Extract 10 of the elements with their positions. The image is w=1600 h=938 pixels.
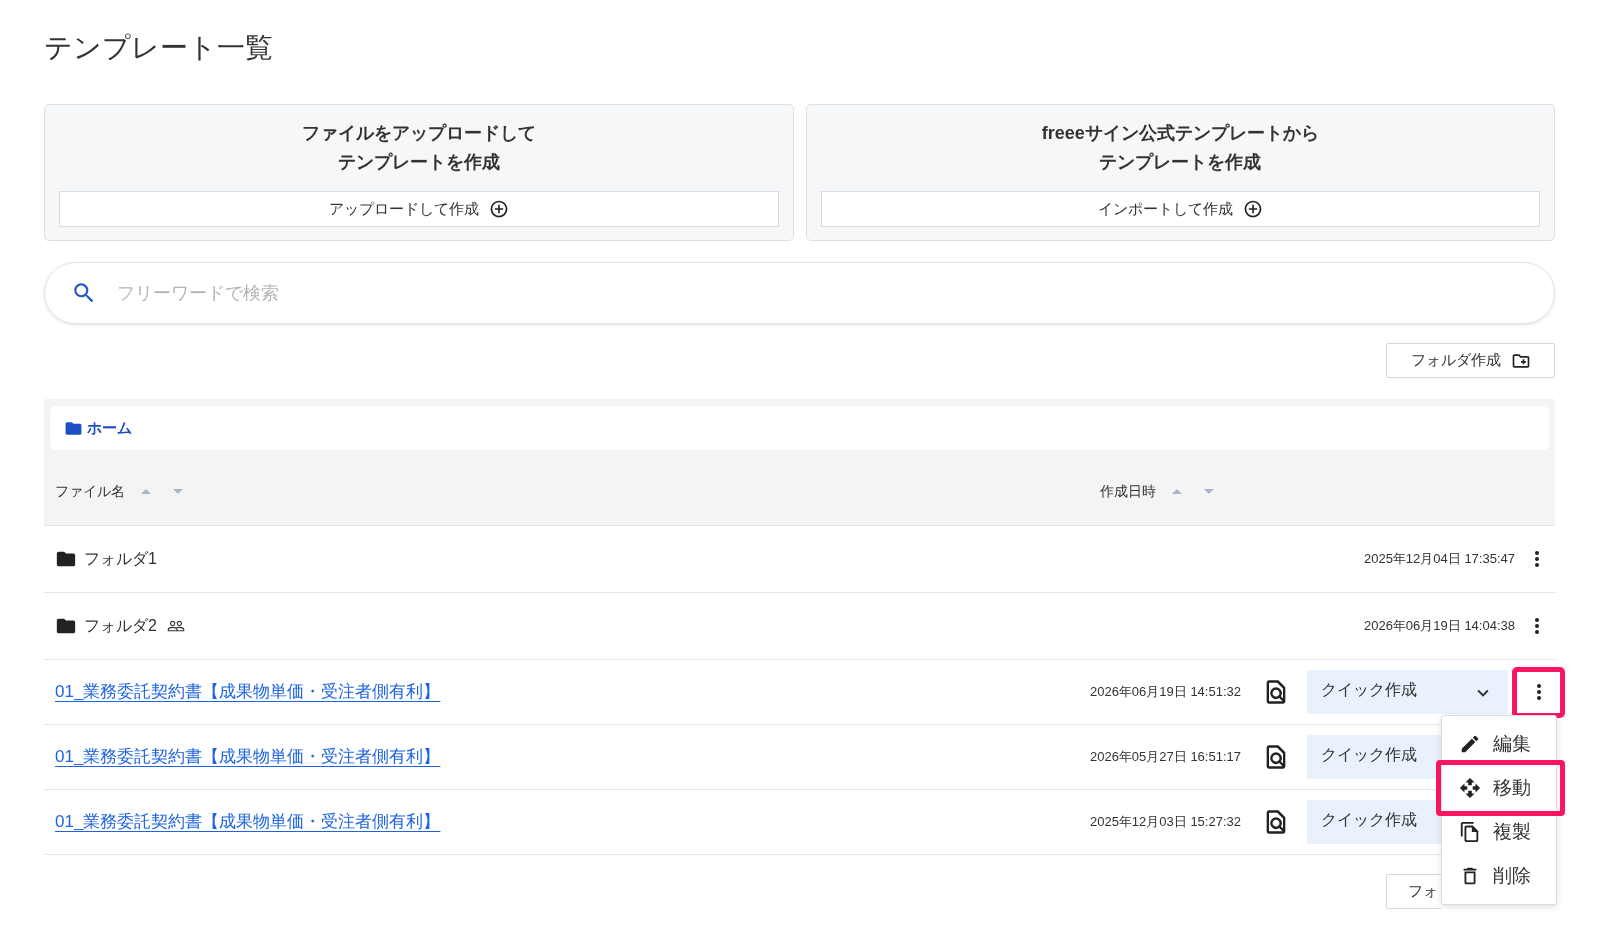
column-header: ファイル名 xyxy=(55,482,125,501)
page-title: テンプレート一覧 xyxy=(44,31,274,65)
card-title: ファイルをアップロードして テンプレートを作成 xyxy=(300,122,537,174)
card-title: freeeサイン公式テンプレートから テンプレートを作成 xyxy=(1040,122,1320,174)
created-date: 2025年12月04日 17:35:47 xyxy=(1363,550,1515,569)
created-date: 2026年05月27日 16:51:17 xyxy=(1089,748,1241,767)
created-date: 2026年06月19日 14:04:38 xyxy=(1363,617,1515,636)
created-date: 2026年06月19日 14:51:32 xyxy=(1089,683,1241,702)
created-date: 2025年12月03日 15:27:32 xyxy=(1089,813,1241,832)
column-header: 作成日時 xyxy=(1100,482,1156,501)
